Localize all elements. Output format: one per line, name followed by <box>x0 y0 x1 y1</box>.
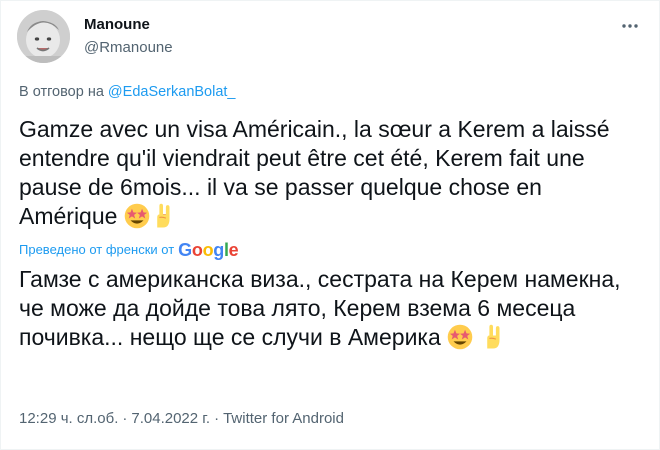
google-logo: Google <box>178 240 239 260</box>
more-options-icon <box>622 24 638 28</box>
handle[interactable]: @Rmanoune <box>84 38 173 58</box>
more-options-button[interactable] <box>619 15 641 37</box>
star-struck-emoji <box>447 324 473 350</box>
meta-separator: · <box>122 410 128 427</box>
tweet-meta: 12:29 ч. сл.об. · 7.04.2022 г. · Twitter for… <box>19 409 344 429</box>
translation-text: Гамзе с американска виза., сестрата на К… <box>19 265 644 352</box>
tweet-time[interactable]: 12:29 ч. сл.об. <box>19 410 118 427</box>
sign-of-the-horns-emoji <box>486 324 500 349</box>
tweet-text: Gamze avec un visa Américain., la sœur a… <box>19 115 644 231</box>
avatar[interactable] <box>17 10 70 63</box>
display-name[interactable]: Manoune <box>84 15 173 35</box>
translated-by[interactable]: Преведено от френски от Google <box>19 240 239 260</box>
tweet-date[interactable]: 7.04.2022 г. <box>131 410 210 427</box>
translation-body: Гамзе с американска виза., сестрата на К… <box>19 266 621 350</box>
author-info: Manoune @Rmanoune <box>84 15 173 58</box>
baby-photo-avatar <box>17 10 70 63</box>
tweet-card: Manoune @Rmanoune В отговор на @EdaSerka… <box>0 0 660 450</box>
tweet-body: Gamze avec un visa Américain., la sœur a… <box>19 116 610 229</box>
sign-of-the-horns-emoji <box>157 203 170 228</box>
meta-separator: · <box>214 410 220 427</box>
reply-context: В отговор на @EdaSerkanBolat_ <box>19 82 236 102</box>
reply-mention-link[interactable]: @EdaSerkanBolat_ <box>108 84 236 100</box>
reply-prefix: В отговор на <box>19 84 104 100</box>
translated-label: Преведено от френски от <box>19 242 175 257</box>
star-struck-emoji <box>124 203 150 229</box>
tweet-source[interactable]: Twitter for Android <box>223 410 344 427</box>
